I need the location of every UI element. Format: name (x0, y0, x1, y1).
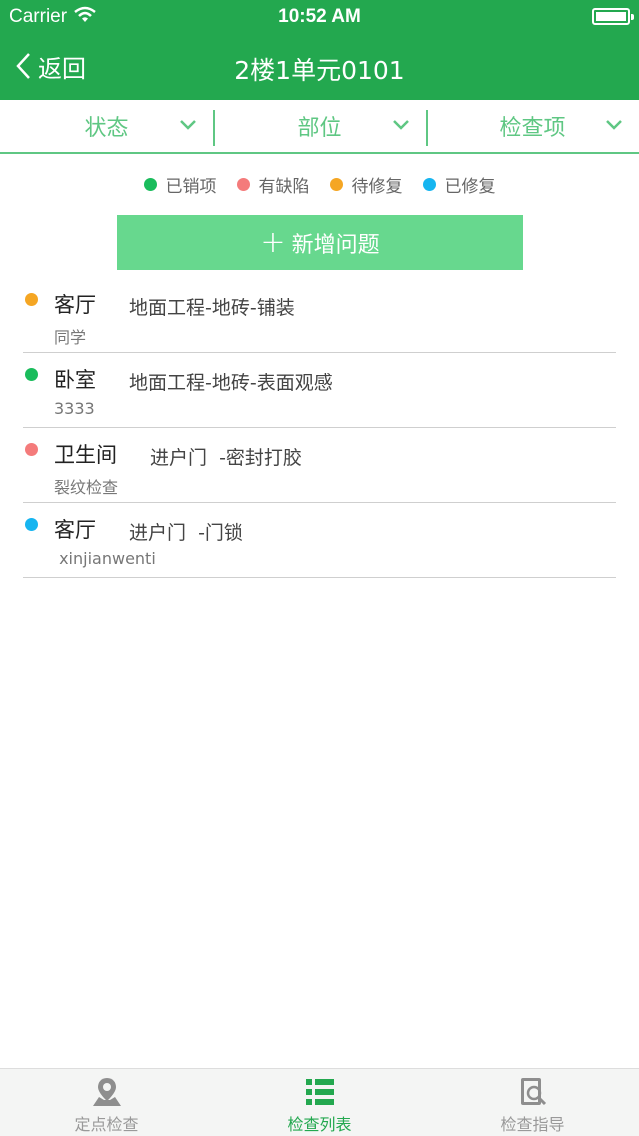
legend-label: 待修复 (351, 177, 403, 197)
legend-item: 待修复 (329, 172, 403, 197)
location-pin-icon (92, 1078, 121, 1106)
check-item-label: 进户门 -门锁 (129, 522, 243, 544)
document-search-icon (520, 1078, 546, 1106)
issue-note: xinjianwenti (54, 549, 156, 568)
issue-note: 3333 (54, 399, 95, 418)
status-dot-icon (25, 368, 38, 381)
filter-status[interactable]: 状态 (0, 100, 213, 152)
legend-label: 有缺陷 (258, 177, 310, 197)
add-issue-label: 新增问题 (291, 232, 380, 258)
issue-note: 裂纹检查 (54, 478, 119, 497)
top-bar: Carrier 10:52 AM 返回 2楼1单元0101 (0, 0, 639, 100)
tab-check-list[interactable]: 检查列表 (213, 1069, 426, 1136)
tab-check-guide[interactable]: 检查指导 (426, 1069, 639, 1136)
filter-label: 状态 (84, 116, 129, 141)
check-item-label: 进户门 -密封打胶 (150, 447, 302, 469)
filter-check-item[interactable]: 检查项 (426, 100, 639, 152)
filter-label: 检查项 (499, 116, 566, 141)
legend-item: 有缺陷 (236, 172, 310, 197)
tab-bar: 定点检查 检查列表 检查指导 (0, 1068, 639, 1136)
legend-label: 已修复 (444, 177, 496, 197)
status-dot-icon (422, 178, 436, 191)
status-dot-icon (25, 518, 38, 531)
room-label: 卫生间 (54, 443, 117, 467)
status-time: 10:52 AM (278, 6, 361, 27)
list-item[interactable]: 卫生间 进户门 -密封打胶 裂纹检查 (23, 428, 616, 503)
plus-icon: + (260, 224, 286, 260)
status-dot-icon (25, 443, 38, 456)
tab-label: 定点检查 (74, 1115, 139, 1134)
room-label: 卧室 (54, 368, 96, 392)
legend-item: 已修复 (422, 172, 496, 197)
filter-label: 部位 (297, 116, 342, 141)
list-item[interactable]: 卧室 地面工程-地砖-表面观感 3333 (23, 353, 616, 428)
issue-note: 同学 (54, 328, 87, 347)
tab-label: 检查指导 (500, 1115, 565, 1134)
filter-location[interactable]: 部位 (213, 100, 426, 152)
room-label: 客厅 (54, 293, 96, 317)
status-dot-icon (329, 178, 343, 191)
filter-bar: 状态 部位 检查项 (0, 100, 639, 154)
check-item-label: 地面工程-地砖-铺装 (129, 297, 295, 319)
check-item-label: 地面工程-地砖-表面观感 (129, 372, 333, 394)
status-dot-icon (25, 293, 38, 306)
status-dot-icon (236, 178, 250, 191)
chevron-down-icon (606, 120, 622, 130)
navigation-bar: 返回 2楼1单元0101 (0, 34, 639, 100)
page-title: 2楼1单元0101 (234, 56, 405, 85)
chevron-down-icon (393, 120, 409, 130)
legend-item: 已销项 (143, 172, 217, 197)
status-legend: 已销项 有缺陷 待修复 已修复 (0, 172, 639, 197)
list-icon (305, 1079, 334, 1105)
status-dot-icon (143, 178, 157, 191)
status-bar: Carrier 10:52 AM (0, 0, 639, 34)
battery-icon (592, 8, 634, 25)
add-issue-button[interactable]: + 新增问题 (117, 215, 523, 270)
list-item[interactable]: 客厅 地面工程-地砖-铺装 同学 (23, 278, 616, 353)
tab-label: 检查列表 (287, 1115, 352, 1134)
chevron-down-icon (180, 120, 196, 130)
issue-list: 客厅 地面工程-地砖-铺装 同学 卧室 地面工程-地砖-表面观感 3333 卫生… (23, 278, 616, 578)
legend-label: 已销项 (165, 177, 217, 197)
list-item[interactable]: 客厅 进户门 -门锁 xinjianwenti (23, 503, 616, 578)
room-label: 客厅 (54, 518, 96, 542)
tab-spot-check[interactable]: 定点检查 (0, 1069, 213, 1136)
